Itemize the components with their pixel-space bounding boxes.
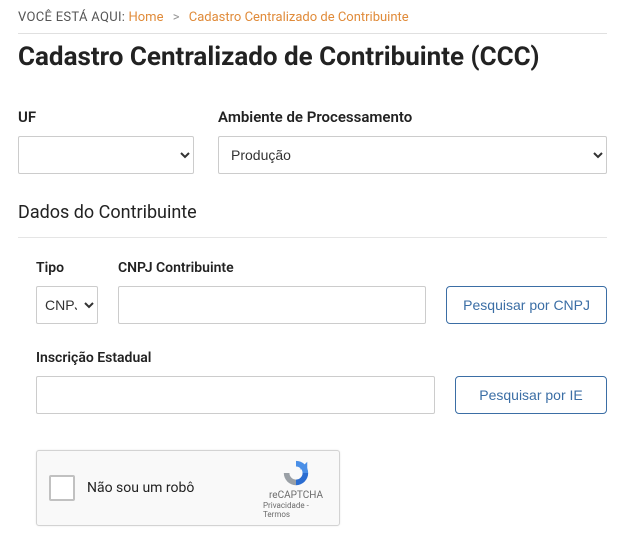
cnpj-field: CNPJ Contribuinte <box>118 260 426 324</box>
divider <box>18 33 607 34</box>
cnpj-label: CNPJ Contribuinte <box>118 260 426 276</box>
recaptcha-icon <box>281 458 311 488</box>
ie-field: Inscrição Estadual <box>36 350 435 414</box>
breadcrumb-prefix: VOCÊ ESTÁ AQUI: <box>18 10 125 25</box>
recaptcha-branding: reCAPTCHA Privacidade - Termos <box>263 458 329 519</box>
recaptcha-label: Não sou um robô <box>87 480 263 496</box>
section-heading: Dados do Contribuinte <box>18 202 607 223</box>
divider <box>18 237 607 238</box>
ambiente-label: Ambiente de Processamento <box>218 108 607 126</box>
cnpj-row: Tipo CNPJ CNPJ Contribuinte Pesquisar po… <box>36 260 607 324</box>
breadcrumb: VOCÊ ESTÁ AQUI: Home > Cadastro Centrali… <box>18 0 607 33</box>
uf-label: UF <box>18 108 194 126</box>
recaptcha-terms: Privacidade - Termos <box>263 501 329 519</box>
ie-label: Inscrição Estadual <box>36 350 435 366</box>
search-cnpj-button[interactable]: Pesquisar por CNPJ <box>446 286 607 324</box>
top-fields-row: UF Ambiente de Processamento Produção <box>18 108 607 174</box>
tipo-select[interactable]: CNPJ <box>36 286 98 324</box>
recaptcha-checkbox[interactable] <box>49 475 75 501</box>
recaptcha-privacy-link[interactable]: Privacidade <box>263 501 305 510</box>
recaptcha-brand: reCAPTCHA <box>269 490 323 501</box>
tipo-label: Tipo <box>36 260 98 276</box>
ie-input[interactable] <box>36 376 435 414</box>
recaptcha-terms-link[interactable]: Termos <box>263 510 290 519</box>
uf-field: UF <box>18 108 194 174</box>
page-title: Cadastro Centralizado de Contribuinte (C… <box>18 42 607 72</box>
ie-row: Inscrição Estadual Pesquisar por IE <box>36 350 607 414</box>
cnpj-input[interactable] <box>118 286 426 324</box>
uf-select[interactable] <box>18 136 194 174</box>
breadcrumb-home-link[interactable]: Home <box>128 10 163 25</box>
recaptcha-widget: Não sou um robô reCAPTCHA Privacidade - … <box>36 450 340 526</box>
ambiente-select[interactable]: Produção <box>218 136 607 174</box>
ambiente-field: Ambiente de Processamento Produção <box>218 108 607 174</box>
search-ie-button[interactable]: Pesquisar por IE <box>455 376 607 414</box>
tipo-field: Tipo CNPJ <box>36 260 98 324</box>
breadcrumb-sep: > <box>167 10 186 25</box>
breadcrumb-current-link[interactable]: Cadastro Centralizado de Contribuinte <box>189 10 409 25</box>
